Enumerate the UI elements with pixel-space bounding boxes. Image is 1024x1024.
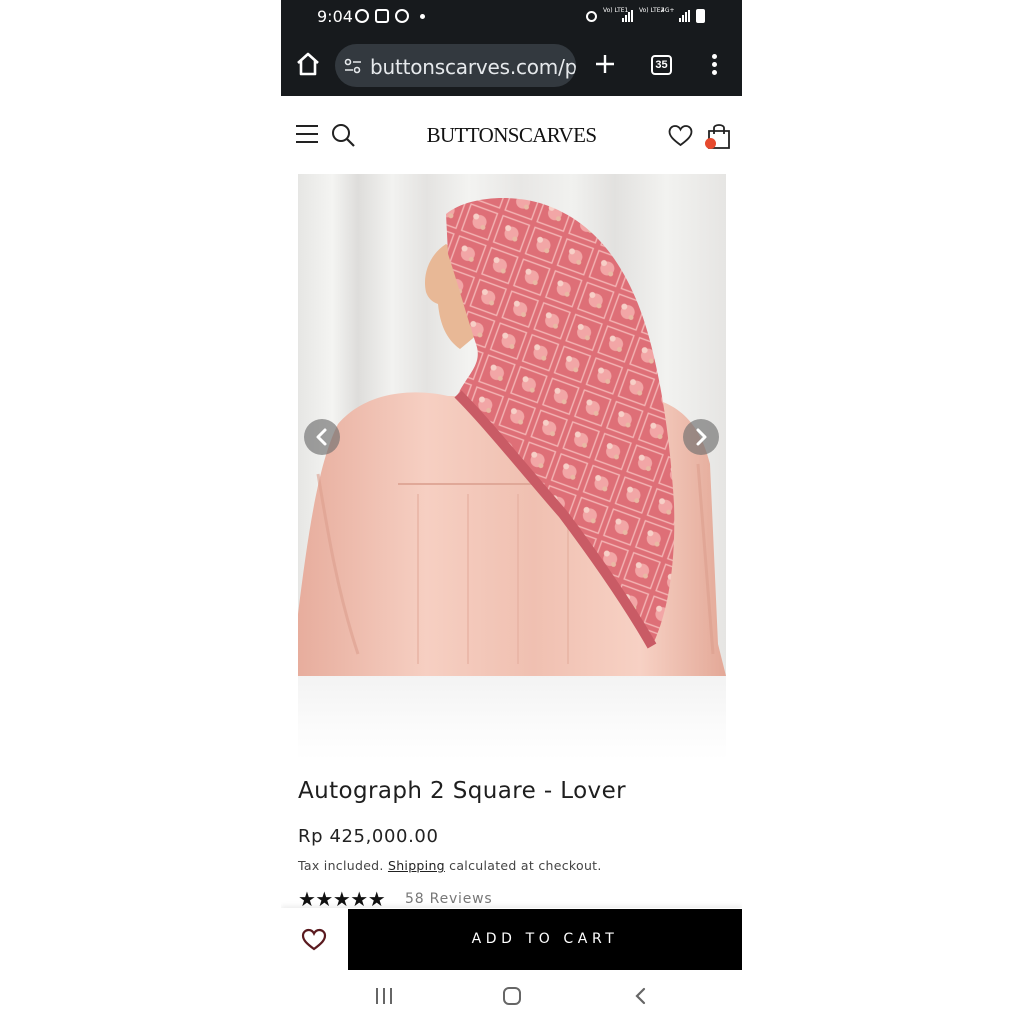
recent-apps-icon[interactable] <box>376 988 392 1004</box>
product-price: Rp 425,000.00 <box>298 826 439 847</box>
address-bar[interactable]: buttonscarves.com/pr <box>335 44 576 87</box>
status-time: 9:04 <box>317 7 353 26</box>
cart-badge <box>705 138 716 149</box>
more-notifications-icon <box>420 14 425 19</box>
network-type-label: 4G+ <box>661 7 675 14</box>
status-bar: 9:04 Vo) LTE1 Vo) LTE2 4G+ <box>281 0 742 34</box>
signal1-icon <box>622 10 634 22</box>
product-title: Autograph 2 Square - Lover <box>298 778 626 804</box>
notification-icon <box>375 9 389 23</box>
tax-note: Tax included. Shipping calculated at che… <box>298 858 602 873</box>
chevron-left-icon <box>316 428 327 446</box>
whatsapp-icon <box>355 9 369 23</box>
url-text[interactable]: buttonscarves.com/pr <box>370 55 576 79</box>
battery-icon <box>696 9 705 23</box>
chevron-right-icon <box>696 428 707 446</box>
product-image[interactable] <box>298 174 726 676</box>
signal2-icon <box>679 10 691 22</box>
tax-note-suffix: calculated at checkout. <box>444 858 602 873</box>
wishlist-heart-icon[interactable] <box>301 928 327 952</box>
sticky-cart-bar: ADD TO CART <box>281 908 742 970</box>
call-icon <box>395 9 409 23</box>
add-to-cart-button[interactable]: ADD TO CART <box>348 909 742 970</box>
prev-image-button[interactable] <box>304 419 340 455</box>
new-tab-icon[interactable] <box>593 52 617 76</box>
tab-switcher-button[interactable]: 35 <box>651 55 672 75</box>
alarm-icon <box>586 11 597 22</box>
tax-note-prefix: Tax included. <box>298 858 388 873</box>
shipping-link[interactable]: Shipping <box>388 858 445 873</box>
browser-toolbar: buttonscarves.com/pr 35 <box>281 34 742 96</box>
system-navigation-bar <box>281 970 742 1024</box>
heart-icon[interactable] <box>668 124 693 148</box>
site-settings-icon[interactable] <box>344 57 362 75</box>
site-header: BUTTONSCARVES <box>281 97 742 173</box>
home-nav-icon[interactable] <box>503 987 521 1005</box>
image-bottom-fade <box>298 676 726 760</box>
reviews-count[interactable]: 58 Reviews <box>405 891 493 907</box>
browser-menu-icon[interactable] <box>711 54 719 76</box>
next-image-button[interactable] <box>683 419 719 455</box>
phone-screen: 9:04 Vo) LTE1 Vo) LTE2 4G+ buttonscarves… <box>281 0 742 1024</box>
home-icon[interactable] <box>293 49 323 79</box>
back-icon[interactable] <box>633 987 647 1005</box>
product-photo <box>298 198 726 676</box>
